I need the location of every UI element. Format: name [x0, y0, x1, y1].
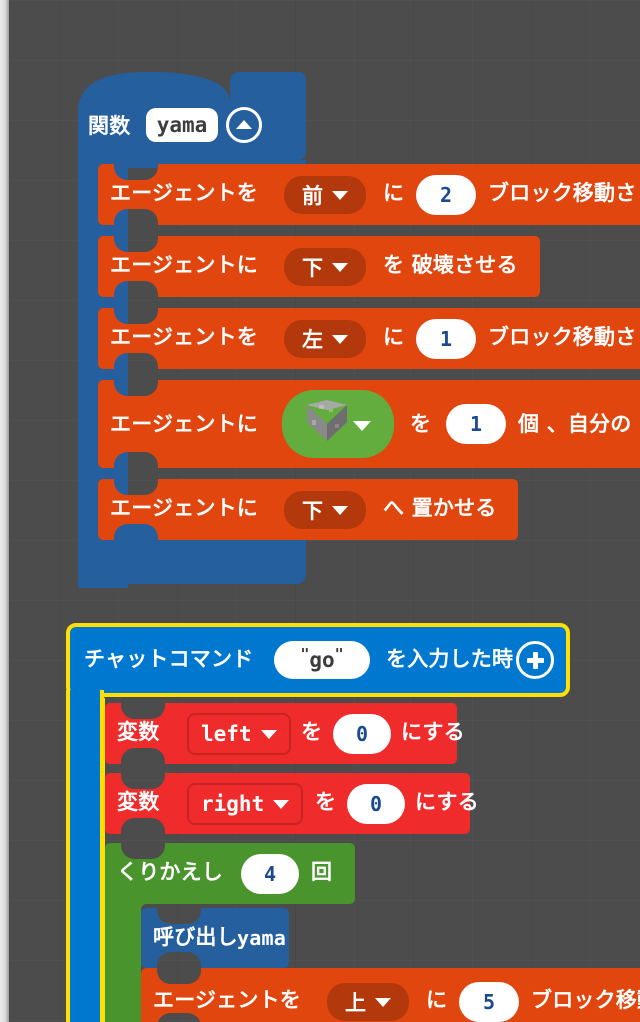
- chevron-up-circle-icon[interactable]: [226, 107, 262, 143]
- function-name-field[interactable]: yama: [146, 108, 218, 142]
- agent-move-text-before: エージェントを: [110, 181, 258, 205]
- agent-move-text-mid: に: [426, 988, 448, 1012]
- agent-place-block[interactable]: エージェントに 下 へ 置かせる: [98, 479, 518, 540]
- agent-place-text-before: エージェントに: [110, 496, 258, 520]
- agent-destroy-block[interactable]: エージェントに 下 を 破壊させる: [98, 236, 540, 297]
- agent-place-text-after: へ 置かせる: [383, 496, 497, 520]
- variable-value: 0: [355, 722, 369, 746]
- set-variable-block[interactable]: 変数 right を 0 にする: [105, 773, 479, 834]
- chat-command-input[interactable]: " go ": [274, 641, 370, 679]
- agent-move-block[interactable]: エージェントを 前 に 2 ブロック移動さ: [98, 164, 640, 225]
- place-direction-value: 下: [302, 499, 323, 523]
- repeat-text-after: 回: [311, 860, 333, 884]
- agent-set-slot-block[interactable]: エージェントに を 1 個 、自分の: [98, 380, 640, 468]
- chevron-down-icon: [332, 334, 348, 344]
- variable-name: right: [201, 792, 265, 816]
- agent-move-text-after: ブロック移動: [531, 988, 640, 1012]
- repeat-count-field[interactable]: 4: [241, 854, 299, 894]
- chevron-down-icon: [273, 799, 290, 809]
- direction-dropdown[interactable]: 上: [327, 983, 409, 1021]
- distance-value: 5: [482, 990, 496, 1014]
- direction-value: 前: [302, 184, 323, 208]
- variable-dropdown[interactable]: right: [187, 783, 304, 825]
- plus-vertical-bar: [532, 651, 538, 669]
- variable-name: left: [201, 722, 252, 746]
- distance-number-field[interactable]: 5: [459, 982, 519, 1022]
- set-variable-text-mid: を: [315, 790, 337, 814]
- cube-speckle: [329, 409, 333, 412]
- direction-value: 左: [302, 328, 323, 352]
- variable-value: 0: [369, 792, 383, 816]
- cube-speckle: [312, 420, 316, 425]
- agent-move-text-before: エージェントを: [153, 988, 301, 1012]
- stone-cube-icon: [305, 400, 349, 448]
- chevron-down-icon: [353, 421, 371, 431]
- place-direction-dropdown[interactable]: 下: [284, 491, 366, 529]
- agent-move-text-after: ブロック移動さ: [488, 181, 637, 205]
- distance-number-field[interactable]: 2: [416, 175, 476, 215]
- chevron-down-icon: [332, 190, 348, 200]
- close-quote: ": [334, 645, 344, 663]
- direction-dropdown[interactable]: 前: [284, 176, 366, 214]
- variable-value-field[interactable]: 0: [347, 784, 405, 824]
- repeat-text-before: くりかえし: [117, 860, 223, 884]
- chat-command-value: go: [309, 648, 335, 672]
- call-function-name: yama: [237, 926, 286, 950]
- blocks-workspace[interactable]: 関数 yama エージェントを 前 に 2 ブロック移動さ エージェントに 下: [0, 0, 640, 1022]
- call-function-block[interactable]: 呼び出し yama: [141, 908, 289, 968]
- set-variable-text-after: にする: [401, 720, 465, 744]
- set-variable-text-before: 変数: [117, 720, 160, 744]
- agent-move-block[interactable]: エージェントを 上 に 5 ブロック移動: [141, 968, 640, 1022]
- agent-set-slot-text-before: エージェントに: [110, 412, 258, 436]
- agent-move-text-after: ブロック移動さ: [488, 325, 637, 349]
- function-label: 関数: [88, 114, 131, 138]
- stone-cube-icon-field[interactable]: [282, 390, 394, 458]
- variable-dropdown[interactable]: left: [187, 713, 291, 755]
- distance-value: 2: [439, 183, 453, 207]
- set-variable-text-before: 変数: [117, 790, 160, 814]
- cube-speckle: [319, 405, 324, 409]
- destroy-direction-value: 下: [302, 256, 323, 280]
- agent-destroy-text-after: を 破壊させる: [383, 253, 518, 277]
- agent-destroy-text-before: エージェントに: [110, 253, 258, 277]
- direction-value: 上: [345, 991, 366, 1015]
- distance-value: 1: [439, 327, 453, 351]
- agent-move-text-mid: に: [383, 325, 405, 349]
- agent-move-text-before: エージェントを: [110, 325, 258, 349]
- agent-set-slot-text-mid: を: [410, 412, 432, 436]
- chat-command-left-column: [70, 690, 100, 1022]
- chevron-down-icon: [260, 729, 277, 739]
- function-name-value: yama: [156, 113, 208, 137]
- agent-move-block[interactable]: エージェントを 左 に 1 ブロック移動さ: [98, 308, 640, 369]
- call-function-text-before: 呼び出し: [153, 925, 238, 949]
- quantity-value: 1: [469, 412, 483, 436]
- cube-left-face: [307, 405, 327, 441]
- chevron-down-icon: [332, 505, 348, 515]
- chat-command-event-block[interactable]: チャットコマンド " go " を入力した時: [70, 627, 566, 693]
- open-quote: ": [300, 645, 310, 663]
- repeat-count-value: 4: [263, 862, 277, 886]
- direction-dropdown[interactable]: 左: [284, 320, 366, 358]
- chevron-down-icon: [375, 997, 391, 1007]
- chevron-up-glyph: [236, 119, 252, 129]
- agent-move-text-mid: に: [383, 181, 405, 205]
- chat-command-text-after: を入力した時: [386, 647, 514, 671]
- set-variable-text-after: にする: [415, 790, 479, 814]
- cube-speckle: [335, 424, 339, 428]
- quantity-number-field[interactable]: 1: [446, 404, 506, 444]
- destroy-direction-dropdown[interactable]: 下: [284, 248, 366, 286]
- chat-command-text-before: チャットコマンド: [84, 647, 254, 671]
- agent-set-slot-text-after: 個 、自分の: [518, 412, 632, 436]
- toolbox-edge[interactable]: [0, 0, 9, 1022]
- chevron-down-icon: [332, 262, 348, 272]
- variable-value-field[interactable]: 0: [333, 714, 391, 754]
- distance-number-field[interactable]: 1: [416, 319, 476, 359]
- plus-circle-icon[interactable]: [516, 641, 554, 679]
- set-variable-block[interactable]: 変数 left を 0 にする: [105, 703, 465, 764]
- set-variable-text-mid: を: [301, 720, 323, 744]
